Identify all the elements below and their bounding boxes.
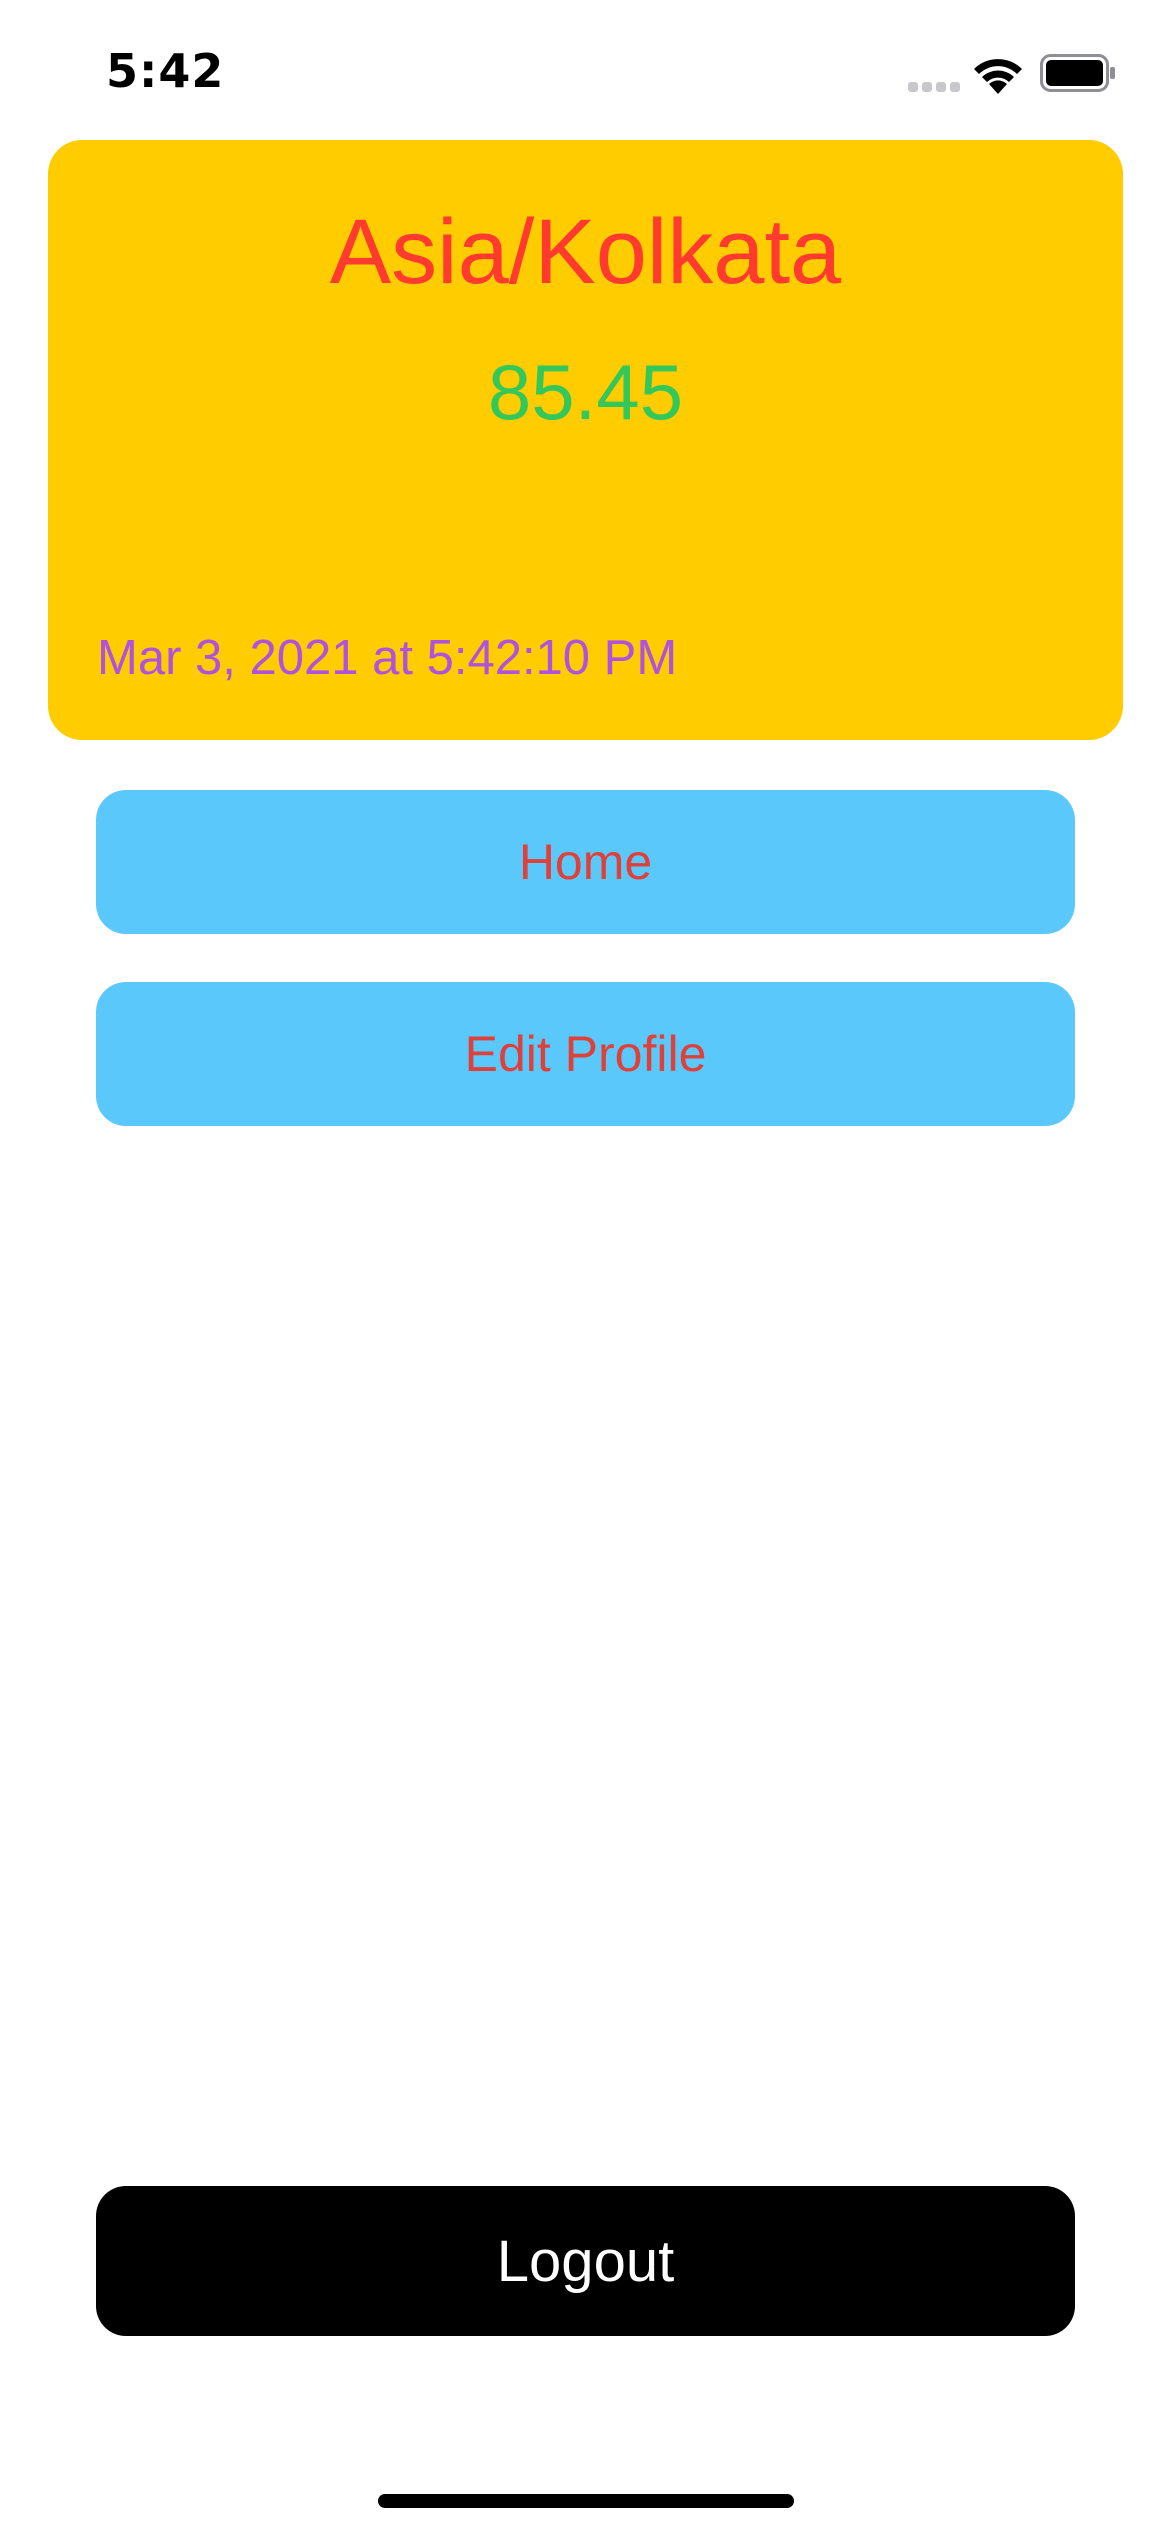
logout-button-label: Logout <box>496 2228 675 2294</box>
home-button-label: Home <box>518 834 653 890</box>
cellular-signal-icon <box>908 82 962 92</box>
edit-profile-button[interactable]: Edit Profile <box>96 982 1075 1126</box>
app-screen: 5:42 Asia/Kolkata 85.45 Mar 3, 2021 at 5… <box>0 0 1170 2532</box>
status-time: 5:42 <box>106 44 225 98</box>
edit-profile-button-label: Edit Profile <box>464 1026 707 1082</box>
battery-icon <box>1040 54 1115 92</box>
home-button[interactable]: Home <box>96 790 1075 934</box>
logout-button[interactable]: Logout <box>96 2186 1075 2336</box>
value-label: 85.45 <box>487 348 684 436</box>
timezone-card: Asia/Kolkata 85.45 Mar 3, 2021 at 5:42:1… <box>48 140 1123 740</box>
home-indicator[interactable] <box>378 2494 794 2508</box>
wifi-icon <box>974 59 1022 94</box>
timezone-label: Asia/Kolkata <box>329 201 842 303</box>
datetime-label: Mar 3, 2021 at 5:42:10 PM <box>97 631 678 685</box>
